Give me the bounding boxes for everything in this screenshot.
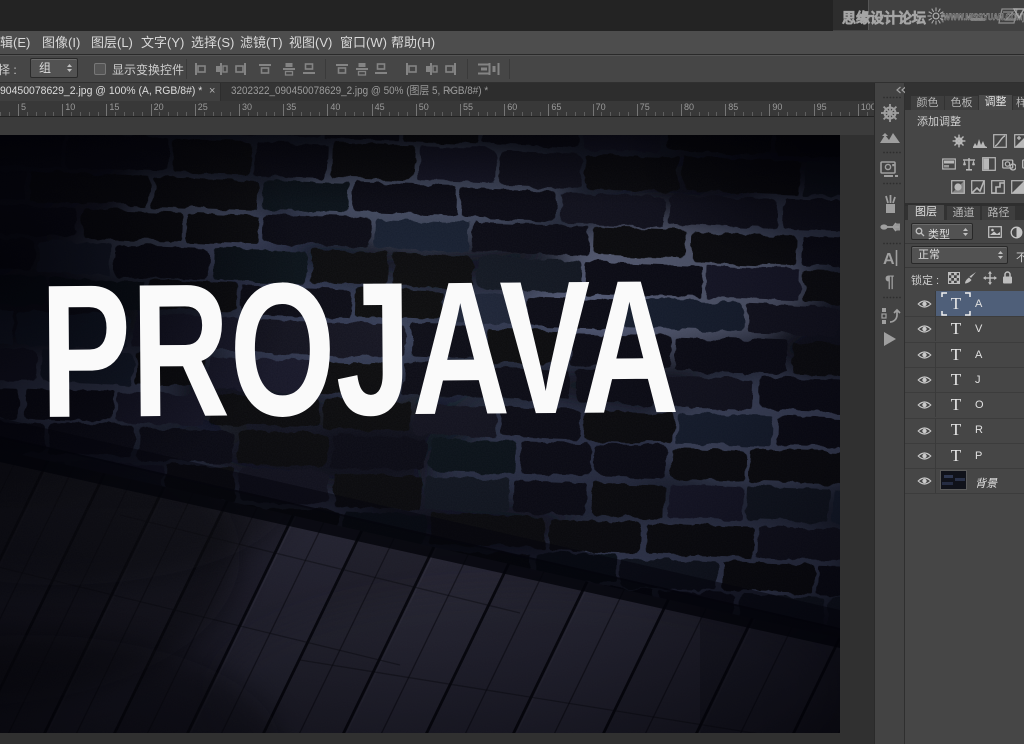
- svg-text:¶: ¶: [885, 272, 894, 290]
- svg-text:A: A: [883, 251, 895, 268]
- svg-text:PROJAVA: PROJAVA: [39, 241, 679, 459]
